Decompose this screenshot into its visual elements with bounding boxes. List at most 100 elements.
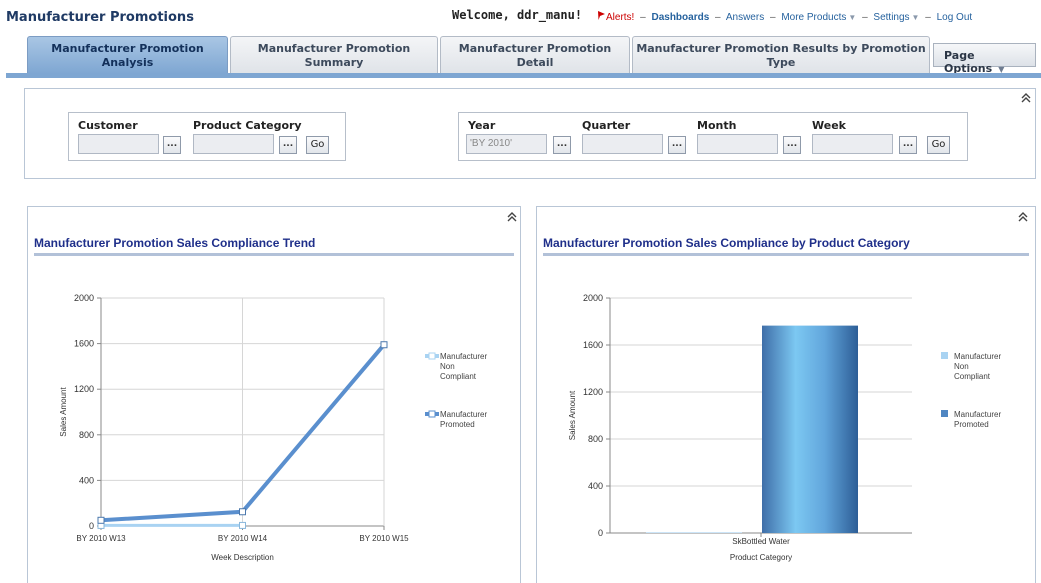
title-underline [34, 253, 514, 256]
y-tick-label: 1200 [74, 384, 94, 394]
customer-browse-button[interactable]: ... [163, 136, 181, 154]
quarter-input[interactable] [582, 134, 663, 154]
legend-label: Manufacturer [954, 410, 1001, 419]
alerts-link[interactable]: Alerts! [606, 12, 634, 23]
quarter-browse-button[interactable]: ... [668, 136, 686, 154]
week-browse-button[interactable]: ... [899, 136, 917, 154]
separator: – [769, 12, 776, 23]
legend-label: Manufacturer [954, 352, 1001, 361]
y-tick-label: 2000 [583, 293, 603, 303]
y-tick-label: 400 [588, 481, 603, 491]
customer-label: Customer [78, 119, 138, 132]
settings-menu[interactable]: Settings [873, 12, 909, 23]
dashboard-page: Manufacturer Promotions Welcome, ddr_man… [0, 0, 1041, 583]
y-tick-label: 400 [79, 475, 94, 485]
legend-label: Manufacturer [440, 410, 487, 419]
y-tick-label: 800 [588, 434, 603, 444]
double-chevron-up-icon[interactable] [1020, 93, 1032, 105]
tab-underline [6, 73, 1041, 78]
title-underline [543, 253, 1029, 256]
tab-label: Manufacturer Promotion [51, 42, 204, 55]
year-input[interactable]: 'BY 2010' [466, 134, 547, 154]
product-category-input[interactable] [193, 134, 274, 154]
global-links: Alerts! – Dashboards – Answers – More Pr… [597, 11, 972, 23]
legend-label: Promoted [440, 420, 475, 429]
double-chevron-up-icon[interactable] [506, 212, 518, 224]
x-tick-label: SkBottled Water [732, 537, 790, 546]
tab-promotion-detail[interactable]: Manufacturer Promotion Detail [440, 36, 630, 74]
flag-icon [597, 11, 606, 23]
data-point [97, 516, 105, 524]
month-label: Month [697, 119, 737, 132]
tab-label: Detail [516, 56, 554, 69]
tab-label: Summary [304, 56, 364, 69]
category-bar-chart: 0 400 800 1200 1600 2000 Sales Amount Product C… [568, 293, 1001, 562]
legend-label: Manufacturer [440, 352, 487, 361]
data-point [239, 521, 246, 529]
legend-label: Compliant [954, 372, 991, 381]
customer-input[interactable] [78, 134, 159, 154]
x-tick-label: BY 2010 W15 [359, 534, 409, 543]
separator: – [925, 12, 931, 23]
tab-label: Manufacturer Promotion [458, 42, 612, 55]
y-axis-label: Sales Amount [59, 387, 68, 437]
quarter-label: Quarter [582, 119, 631, 132]
month-browse-button[interactable]: ... [783, 136, 801, 154]
y-axis-label: Sales Amount [568, 390, 577, 440]
tab-label: Analysis [101, 56, 154, 69]
welcome-message: Welcome, ddr_manu! [452, 8, 583, 22]
tab-label: Type [766, 56, 796, 69]
y-tick-label: 0 [89, 521, 94, 531]
tab-label: Manufacturer Promotion Results by Promot… [636, 42, 926, 55]
page-options-button[interactable]: Page Options ▼ [933, 43, 1036, 75]
tab-promotion-analysis[interactable]: Manufacturer Promotion Analysis [27, 36, 228, 74]
legend-label: Promoted [954, 420, 989, 429]
legend-swatch [941, 410, 948, 417]
tab-label: Manufacturer Promotion [257, 42, 411, 55]
more-products-menu[interactable]: More Products [781, 12, 846, 23]
answers-link[interactable]: Answers [726, 12, 764, 23]
x-tick-label: BY 2010 W14 [218, 534, 268, 543]
go-button[interactable]: Go [306, 136, 329, 154]
week-label: Week [812, 119, 846, 132]
go-button[interactable]: Go [927, 136, 950, 154]
month-input[interactable] [697, 134, 778, 154]
y-tick-label: 1200 [583, 387, 603, 397]
app-title: Manufacturer Promotions [6, 10, 194, 25]
year-label: Year [468, 119, 496, 132]
separator: – [715, 12, 721, 23]
page-options-label: Page Options [944, 49, 993, 75]
data-point [239, 508, 246, 516]
category-chart-title: Manufacturer Promotion Sales Compliance … [543, 236, 910, 250]
global-header: Manufacturer Promotions Welcome, ddr_man… [0, 0, 1041, 38]
tab-promotion-summary[interactable]: Manufacturer Promotion Summary [230, 36, 438, 74]
bar-promoted [762, 325, 858, 533]
triangle-down-icon: ▼ [911, 13, 920, 22]
year-browse-button[interactable]: ... [553, 136, 571, 154]
data-point [380, 341, 388, 349]
trend-chart-title: Manufacturer Promotion Sales Compliance … [34, 236, 316, 250]
legend-marker [428, 410, 436, 418]
separator: – [862, 12, 868, 23]
double-chevron-up-icon[interactable] [1017, 212, 1029, 224]
week-input[interactable] [812, 134, 893, 154]
product-category-browse-button[interactable]: ... [279, 136, 297, 154]
legend-label: Non [954, 362, 969, 371]
x-tick-label: BY 2010 W13 [76, 534, 126, 543]
y-tick-label: 1600 [74, 339, 94, 349]
separator: – [640, 12, 646, 23]
trend-line-chart: 0 400 800 1200 1600 2000 Sales Amount Week Desc… [59, 293, 487, 562]
logout-link[interactable]: Log Out [937, 12, 973, 23]
y-tick-label: 1600 [583, 340, 603, 350]
bar-non-compliant [646, 532, 742, 533]
legend-label: Compliant [440, 372, 477, 381]
y-tick-label: 0 [598, 528, 603, 538]
y-tick-label: 800 [79, 430, 94, 440]
x-axis-label: Week Description [211, 553, 274, 562]
y-tick-label: 2000 [74, 293, 94, 303]
legend-marker [428, 352, 436, 360]
dashboards-link[interactable]: Dashboards [651, 12, 709, 23]
x-axis-label: Product Category [730, 553, 792, 562]
legend-label: Non [440, 362, 455, 371]
tab-results-by-promotion-type[interactable]: Manufacturer Promotion Results by Promot… [632, 36, 930, 74]
